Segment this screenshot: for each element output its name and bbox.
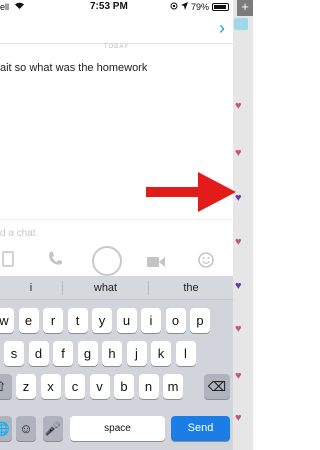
suggestion-item[interactable]: the (149, 276, 233, 300)
key-u[interactable]: u (116, 308, 137, 333)
key-h[interactable]: h (102, 341, 122, 366)
phone-icon[interactable] (47, 251, 63, 272)
key-p[interactable]: p (190, 308, 210, 333)
globe-icon: 🌐 (0, 421, 11, 436)
key-c[interactable]: c (65, 374, 85, 399)
battery-icon (212, 3, 229, 11)
key-o[interactable]: o (165, 308, 186, 333)
location-icon (180, 2, 188, 12)
battery-percent: 79% (190, 2, 209, 12)
emoji-icon[interactable] (198, 252, 214, 273)
send-key[interactable]: Send (171, 416, 230, 441)
microphone-icon: 🎤 (44, 421, 62, 436)
key-d[interactable]: d (28, 341, 49, 366)
key-k[interactable]: k (151, 341, 171, 366)
status-bar: ell 7:53 PM 79% (0, 0, 233, 14)
red-arrow-annotation (146, 172, 236, 212)
key-z[interactable]: z (16, 374, 36, 399)
camera-capture-button[interactable] (92, 246, 122, 276)
shift-key[interactable]: ⇧ (0, 374, 12, 399)
heart-icon: ♥ (235, 236, 242, 248)
key-y[interactable]: y (92, 308, 112, 333)
purple-heart-icon: ♥ (235, 280, 242, 292)
status-time: 7:53 PM (90, 1, 128, 12)
key-g[interactable]: g (77, 341, 98, 366)
shift-icon: ⇧ (0, 379, 7, 394)
dictation-key[interactable]: 🎤 (43, 416, 63, 441)
key-n[interactable]: n (138, 374, 159, 399)
video-icon[interactable] (147, 255, 165, 273)
key-x[interactable]: x (40, 374, 61, 399)
chat-action-row (0, 246, 233, 276)
heart-icon: ♥ (235, 323, 242, 335)
key-r[interactable]: r (43, 308, 63, 333)
emoji-key[interactable]: ☺ (16, 416, 36, 441)
chat-bubble-icon (234, 18, 248, 30)
keyboard: i what the w e r t y u i o p s d f g h j k l ⇧ z x c v b n m ⌫ 🌐 ☺ 🎤… (0, 276, 233, 450)
carrier-name: ell (0, 2, 10, 12)
chevron-right-icon[interactable]: › (219, 18, 225, 39)
day-label: TODAY (103, 44, 130, 50)
key-t[interactable]: t (67, 308, 88, 333)
key-l[interactable]: l (175, 341, 196, 366)
key-f[interactable]: f (53, 341, 73, 366)
rotation-lock-icon (170, 2, 178, 12)
key-s[interactable]: s (4, 341, 24, 366)
heart-icon: ♥ (235, 100, 242, 112)
backspace-icon: ⌫ (207, 379, 227, 394)
suggestion-bar: i what the (0, 276, 233, 300)
heart-icon: ♥ (235, 412, 242, 424)
key-v[interactable]: v (89, 374, 110, 399)
heart-icon: ♥ (235, 147, 242, 159)
suggestion-item[interactable]: i (0, 276, 62, 300)
sticker-icon[interactable] (2, 251, 14, 272)
key-i[interactable]: i (141, 308, 161, 333)
key-w[interactable]: w (0, 308, 14, 333)
key-j[interactable]: j (126, 341, 147, 366)
heart-icon: ♥ (235, 370, 242, 382)
globe-key[interactable]: 🌐 (0, 416, 12, 441)
key-m[interactable]: m (163, 374, 183, 399)
emoji-keyboard-icon: ☺ (19, 421, 33, 436)
chat-input-placeholder: d a chat (0, 228, 36, 239)
background-chat-list-strip: + ♥ ♥ ♥ ♥ ♥ ♥ ♥ ♥ (233, 0, 253, 450)
suggestion-item[interactable]: what (63, 276, 148, 300)
message-text: ait so what was the homework (0, 62, 148, 74)
chat-input[interactable]: d a chat (0, 219, 233, 246)
delete-key[interactable]: ⌫ (204, 374, 230, 399)
key-e[interactable]: e (18, 308, 39, 333)
space-key[interactable]: space (70, 416, 165, 441)
key-b[interactable]: b (114, 374, 134, 399)
wifi-icon (14, 1, 25, 12)
chat-header: › (0, 14, 233, 44)
add-icon: + (237, 0, 253, 16)
